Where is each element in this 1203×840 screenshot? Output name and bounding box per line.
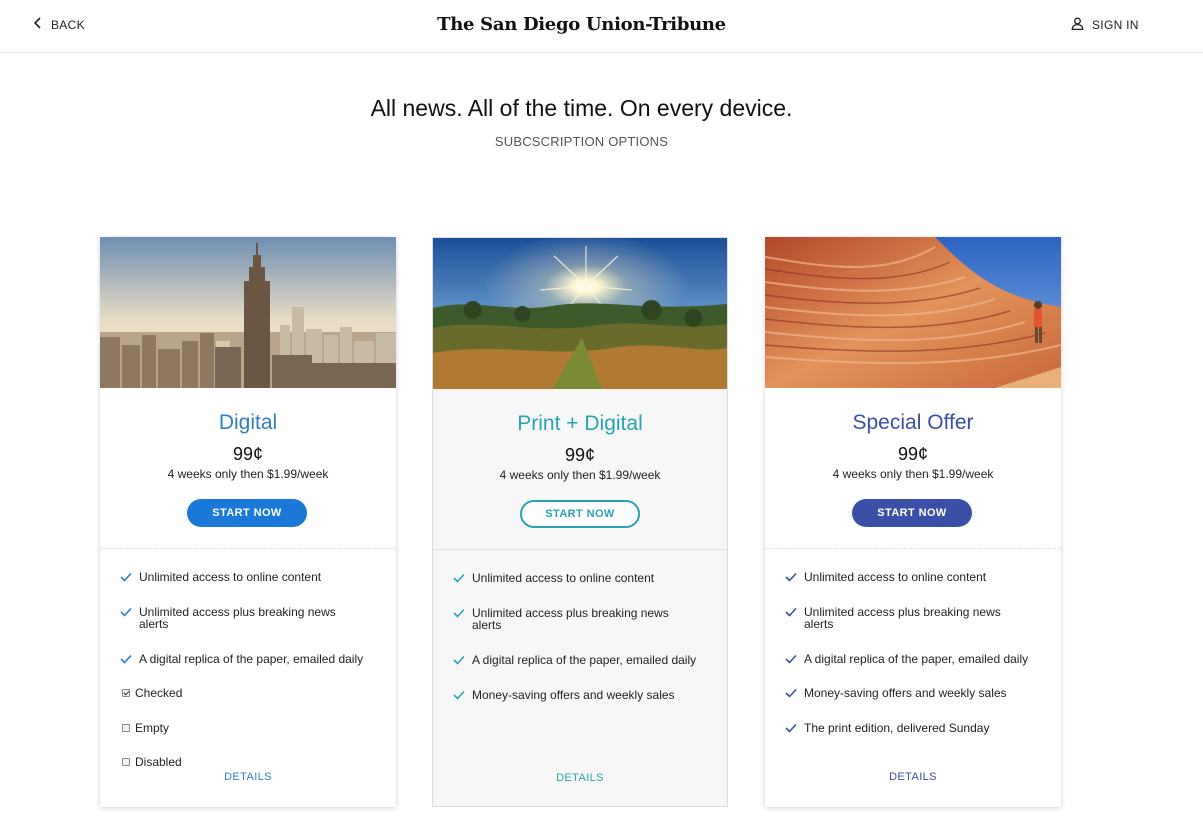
checkmark-icon <box>785 654 797 664</box>
feature-item: Unlimited access to online content <box>785 571 1035 583</box>
feature-item: A digital replica of the paper, emailed … <box>785 653 1035 665</box>
feature-text: Unlimited access to online content <box>804 570 987 584</box>
checkbox-label: Checked <box>135 686 183 700</box>
feature-text: Unlimited access plus breaking news aler… <box>139 605 336 631</box>
plan-price: 99¢ <box>232 444 264 464</box>
feature-item: A digital replica of the paper, emailed … <box>120 653 370 665</box>
sign-in-label: SIGN IN <box>1092 18 1139 32</box>
plan-terms: 4 weeks only then $1.99/week <box>167 467 329 481</box>
checkbox-empty[interactable]: Empty <box>120 722 370 734</box>
plan-title: Print + Digital <box>517 412 643 435</box>
feature-text: Unlimited access plus breaking news aler… <box>472 606 669 632</box>
sign-in-button[interactable]: SIGN IN <box>1071 17 1139 33</box>
divider <box>433 549 727 550</box>
checkmark-icon <box>785 688 797 698</box>
feature-text: Unlimited access to online content <box>139 570 322 584</box>
feature-text: Money-saving offers and weekly sales <box>804 686 1007 700</box>
feature-text: Unlimited access to online content <box>472 571 655 585</box>
start-now-button[interactable]: START NOW <box>852 499 972 527</box>
plan-price: 99¢ <box>897 444 929 464</box>
checkbox-icon[interactable] <box>122 724 130 732</box>
plan-title: Digital <box>218 411 278 434</box>
checkmark-icon <box>120 572 132 582</box>
details-link[interactable]: DETAILS <box>765 771 1061 783</box>
site-logo[interactable]: The San Diego Union-Tribune <box>0 14 1163 35</box>
feature-item: Money-saving offers and weekly sales <box>453 689 703 701</box>
plan-terms: 4 weeks only then $1.99/week <box>832 467 994 481</box>
sunrise-landscape-photo <box>433 238 727 389</box>
plan-card-print-digital: Print + Digital 99¢ 4 weeks only then $1… <box>432 237 728 807</box>
divider <box>765 548 1061 549</box>
feature-item: The print edition, delivered Sunday <box>785 722 1035 734</box>
checkbox-checked[interactable]: Checked <box>120 687 370 699</box>
start-now-button[interactable]: START NOW <box>187 499 307 527</box>
feature-text: A digital replica of the paper, emailed … <box>139 652 364 666</box>
page-headline: All news. All of the time. On every devi… <box>370 95 793 121</box>
plan-price: 99¢ <box>564 445 596 465</box>
feature-item: Money-saving offers and weekly sales <box>785 687 1035 699</box>
start-now-button[interactable]: START NOW <box>520 500 640 528</box>
feature-text: Unlimited access plus breaking news aler… <box>804 605 1001 631</box>
feature-item: A digital replica of the paper, emailed … <box>453 654 703 666</box>
details-link[interactable]: DETAILS <box>100 771 396 783</box>
checkbox-icon[interactable] <box>122 689 130 697</box>
checkbox-icon <box>122 758 130 766</box>
divider <box>100 548 396 549</box>
checkmark-icon <box>785 607 797 617</box>
feature-text: A digital replica of the paper, emailed … <box>472 653 697 667</box>
details-link[interactable]: DETAILS <box>433 772 727 784</box>
user-icon <box>1071 17 1084 33</box>
feature-item: Unlimited access plus breaking news aler… <box>120 606 370 630</box>
checkmark-icon <box>785 723 797 733</box>
checkmark-icon <box>120 654 132 664</box>
checkbox-label: Disabled <box>135 755 182 769</box>
plan-card-digital: Digital 99¢ 4 weeks only then $1.99/week… <box>100 237 396 807</box>
top-bar: BACK The San Diego Union-Tribune SIGN IN <box>0 0 1203 53</box>
checkmark-icon <box>453 573 465 583</box>
checkmark-icon <box>785 572 797 582</box>
feature-text: A digital replica of the paper, emailed … <box>804 652 1029 666</box>
feature-text: The print edition, delivered Sunday <box>804 721 990 735</box>
feature-item: Unlimited access to online content <box>120 571 370 583</box>
feature-item: Unlimited access plus breaking news aler… <box>453 607 703 631</box>
checkmark-icon <box>453 655 465 665</box>
checkbox-label: Empty <box>135 721 170 735</box>
sandstone-canyon-photo <box>765 237 1061 388</box>
checkbox-disabled: Disabled <box>120 756 370 768</box>
plan-title: Special Offer <box>852 411 974 434</box>
checkmark-icon <box>120 607 132 617</box>
page-subheadline: SUBCSCRIPTION OPTIONS <box>494 134 669 149</box>
plan-terms: 4 weeks only then $1.99/week <box>499 468 661 482</box>
checkmark-icon <box>453 690 465 700</box>
feature-text: Money-saving offers and weekly sales <box>472 688 675 702</box>
feature-item: Unlimited access plus breaking news aler… <box>785 606 1035 630</box>
feature-item: Unlimited access to online content <box>453 572 703 584</box>
checkmark-icon <box>453 608 465 618</box>
city-skyline-photo <box>100 237 396 388</box>
plan-card-special-offer: Special Offer 99¢ 4 weeks only then $1.9… <box>765 237 1061 807</box>
